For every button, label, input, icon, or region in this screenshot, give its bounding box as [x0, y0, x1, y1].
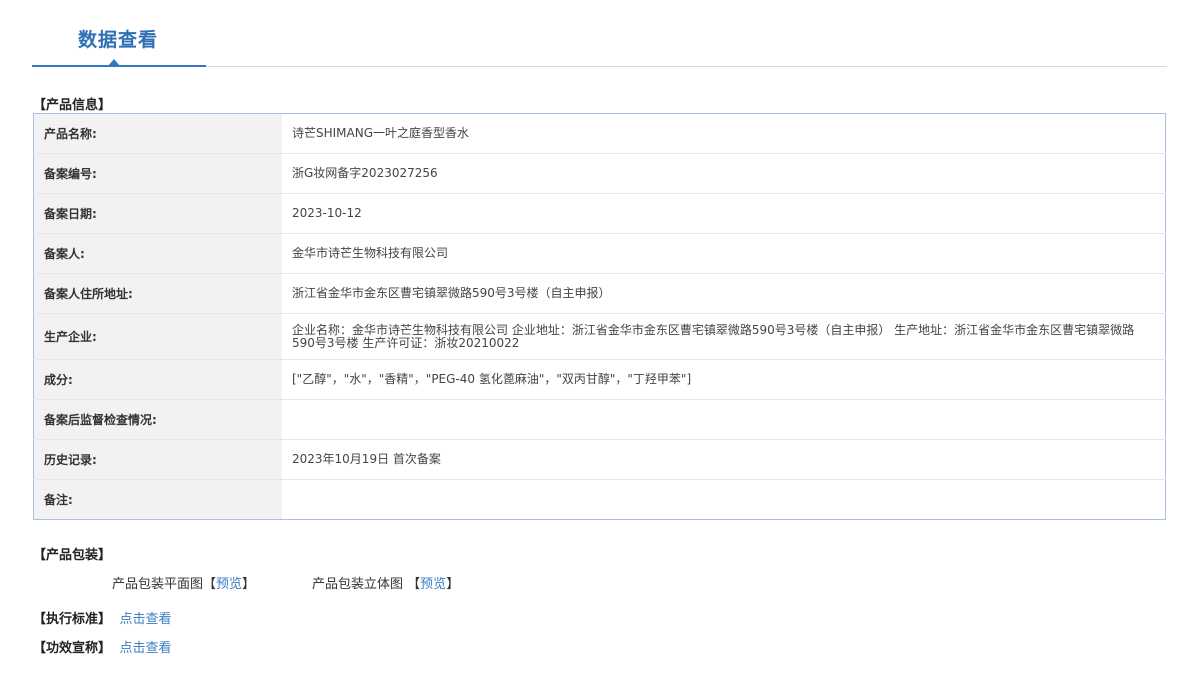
row-label: 备案人住所地址: — [33, 273, 282, 314]
row-value: 诗芒SHIMANG一叶之庭香型香水 — [282, 113, 1166, 154]
row-label: 备案编号: — [33, 153, 282, 194]
product-info-title: 【产品信息】 — [33, 98, 112, 113]
flat-preview-link[interactable]: 预览 — [216, 577, 242, 592]
row-value: 企业名称：金华市诗芒生物科技有限公司 企业地址：浙江省金华市金东区曹宅镇翠微路5… — [282, 313, 1166, 360]
product-info-table: 产品名称: 诗芒SHIMANG一叶之庭香型香水 备案编号: 浙G妆网备字2023… — [33, 113, 1166, 520]
row-label: 备注: — [33, 479, 282, 520]
table-row: 备注: — [33, 479, 1166, 520]
row-value — [282, 480, 1166, 520]
bracket-close: 】 — [242, 577, 256, 592]
table-row: 成分: ["乙醇"，"水"，"香精"，"PEG-40 氢化蓖麻油"，"双丙甘醇"… — [33, 359, 1166, 400]
row-label: 历史记录: — [33, 439, 282, 480]
row-value: ["乙醇"，"水"，"香精"，"PEG-40 氢化蓖麻油"，"双丙甘醇"，"丁羟… — [282, 359, 1166, 400]
table-row: 历史记录: 2023年10月19日 首次备案 — [33, 439, 1166, 480]
bracket-open: 【 — [407, 577, 421, 592]
row-value: 金华市诗芒生物科技有限公司 — [282, 233, 1166, 274]
standard-title: 【执行标准】 — [33, 612, 112, 627]
efficacy-view-link[interactable]: 点击查看 — [120, 641, 172, 656]
row-value: 2023年10月19日 首次备案 — [282, 439, 1166, 480]
bracket-close: 】 — [446, 577, 460, 592]
bracket-open: 【 — [203, 577, 217, 592]
row-label: 产品名称: — [33, 113, 282, 154]
row-label: 生产企业: — [33, 313, 282, 360]
table-row: 备案人住所地址: 浙江省金华市金东区曹宅镇翠微路590号3号楼（自主申报） — [33, 273, 1166, 314]
table-row: 备案后监督检查情况: — [33, 399, 1166, 440]
row-value: 浙江省金华市金东区曹宅镇翠微路590号3号楼（自主申报） — [282, 273, 1166, 314]
packaging-flat-label: 产品包装平面图 — [112, 577, 204, 592]
row-value — [282, 399, 1166, 440]
efficacy-row: 【功效宣称】 点击查看 — [33, 637, 172, 656]
tab-data-view[interactable]: 数据查看 — [78, 25, 158, 52]
table-row: 生产企业: 企业名称：金华市诗芒生物科技有限公司 企业地址：浙江省金华市金东区曹… — [33, 313, 1166, 360]
table-row: 备案人: 金华市诗芒生物科技有限公司 — [33, 233, 1166, 274]
row-value: 浙G妆网备字2023027256 — [282, 153, 1166, 194]
solid-preview-link[interactable]: 预览 — [420, 577, 446, 592]
tab-bar: 数据查看 — [32, 0, 1167, 68]
row-value: 2023-10-12 — [282, 193, 1166, 234]
active-tab-caret-icon — [108, 59, 120, 66]
efficacy-title: 【功效宣称】 — [33, 641, 112, 656]
row-label: 备案人: — [33, 233, 282, 274]
row-label: 成分: — [33, 359, 282, 400]
table-row: 备案编号: 浙G妆网备字2023027256 — [33, 153, 1166, 194]
table-row: 备案日期: 2023-10-12 — [33, 193, 1166, 234]
row-label: 备案日期: — [33, 193, 282, 234]
packaging-flat-item: 产品包装平面图【预览】 — [112, 573, 255, 592]
standard-view-link[interactable]: 点击查看 — [120, 612, 172, 627]
packaging-solid-label: 产品包装立体图 — [312, 577, 404, 592]
table-row: 产品名称: 诗芒SHIMANG一叶之庭香型香水 — [33, 113, 1166, 154]
packaging-title: 【产品包装】 — [33, 548, 112, 563]
packaging-solid-item: 产品包装立体图 【预览】 — [312, 573, 459, 592]
standard-row: 【执行标准】 点击查看 — [33, 608, 172, 627]
row-label: 备案后监督检查情况: — [33, 399, 282, 440]
